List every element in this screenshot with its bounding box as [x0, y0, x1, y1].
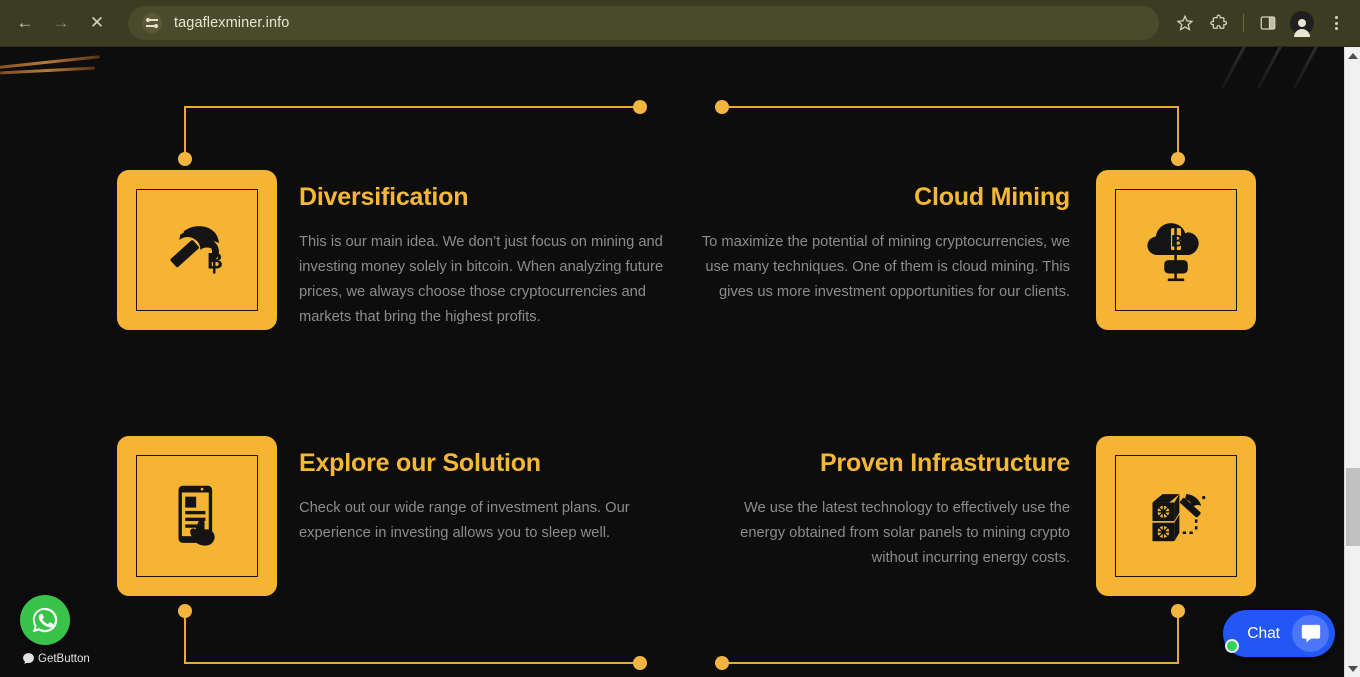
stop-loading-button[interactable]: ✕ [80, 6, 114, 40]
address-bar[interactable]: tagaflexminer.info [128, 6, 1159, 40]
feature-card-body: To maximize the potential of mining cryp… [701, 233, 1070, 300]
svg-text:B: B [1171, 232, 1183, 251]
whatsapp-widget[interactable]: GetButton [20, 595, 90, 665]
feature-card-body: This is our main idea. We don’t just foc… [299, 233, 664, 325]
chrome-toolbar-right [1169, 7, 1360, 39]
chat-button[interactable]: Chat [1223, 610, 1335, 657]
feature-card-title: Cloud Mining [914, 183, 1070, 211]
chat-label: Chat [1247, 624, 1280, 642]
feature-cards-grid: B Diversification This is our main idea.… [0, 47, 1360, 677]
feature-card-diversification[interactable]: B Diversification This is our main idea.… [117, 170, 669, 330]
chat-status-dot [1225, 639, 1240, 653]
cloud-bitcoin-server-icon: B [1147, 223, 1199, 282]
scroll-up-arrow-icon[interactable] [1345, 47, 1360, 64]
feature-card-title: Diversification [299, 183, 469, 211]
feature-card-body: Check out our wide range of investment p… [299, 499, 630, 541]
pickaxe-bitcoin-icon: B [170, 226, 223, 274]
browser-chrome: ← → ✕ tagaflexminer.info [0, 0, 1360, 47]
side-panel-icon[interactable] [1252, 7, 1284, 39]
mobile-touch-icon [178, 485, 215, 546]
navigation-buttons: ← → ✕ [0, 6, 114, 40]
feature-card-icon-tile: B [1096, 170, 1256, 330]
getbutton-logo-icon [23, 653, 34, 664]
feature-card-icon-tile [117, 436, 277, 596]
getbutton-brand[interactable]: GetButton [22, 652, 90, 665]
whatsapp-icon[interactable] [20, 595, 70, 645]
page-scrollbar[interactable] [1344, 47, 1360, 677]
back-button[interactable]: ← [8, 6, 42, 40]
server-pickaxe-icon [1152, 494, 1206, 542]
feature-card-body: We use the latest technology to effectiv… [740, 499, 1070, 566]
page-viewport: B Diversification This is our main idea.… [0, 47, 1360, 677]
feature-card-proven-infrastructure[interactable]: Proven Infrastructure We use the latest … [700, 436, 1256, 596]
scroll-down-arrow-icon[interactable] [1345, 660, 1360, 677]
star-icon[interactable] [1169, 7, 1201, 39]
feature-card-icon-tile [1096, 436, 1256, 596]
address-bar-url: tagaflexminer.info [174, 15, 290, 31]
feature-card-title: Proven Infrastructure [819, 449, 1070, 477]
forward-button[interactable]: → [44, 6, 78, 40]
chat-widget[interactable]: Chat [1223, 610, 1335, 657]
puzzle-icon[interactable] [1203, 7, 1235, 39]
getbutton-label: GetButton [38, 652, 90, 665]
avatar-icon[interactable] [1286, 7, 1318, 39]
chat-bubble-icon [1292, 615, 1329, 652]
feature-card-cloud-mining[interactable]: B Cloud Mining To maximize the potential… [700, 170, 1256, 330]
scrollbar-thumb[interactable] [1346, 468, 1360, 546]
feature-card-explore-our-solution[interactable]: Explore our Solution Check out our wide … [117, 436, 669, 596]
kebab-menu-icon[interactable] [1320, 7, 1352, 39]
feature-card-title: Explore our Solution [299, 449, 541, 477]
feature-card-icon-tile: B [117, 170, 277, 330]
tune-icon[interactable] [142, 13, 162, 33]
toolbar-divider [1243, 14, 1244, 32]
